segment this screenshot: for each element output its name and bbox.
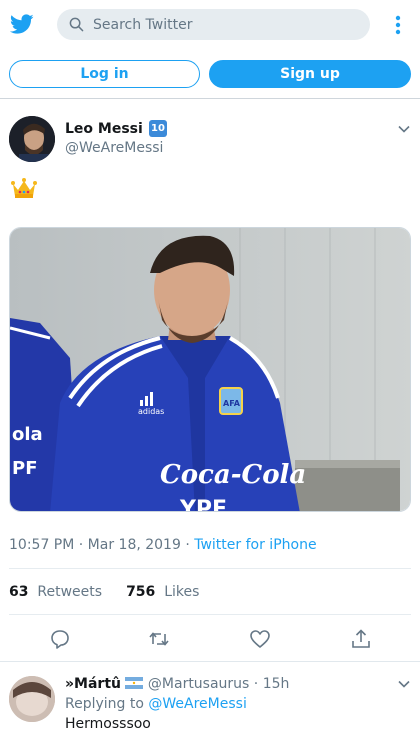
retweets-count: 63 bbox=[9, 584, 29, 600]
author-handle[interactable]: @WeAreMessi bbox=[65, 140, 163, 156]
replying-to-line: Replying to @WeAreMessi bbox=[65, 696, 247, 712]
svg-text:adidas: adidas bbox=[138, 407, 164, 416]
tweet-timestamp[interactable]: 10:57 PM · Mar 18, 2019 · bbox=[9, 537, 194, 553]
like-icon[interactable] bbox=[249, 628, 271, 650]
search-box[interactable] bbox=[57, 9, 370, 40]
svg-text:PF: PF bbox=[12, 458, 38, 479]
stats-divider bbox=[9, 614, 411, 615]
top-bar bbox=[0, 0, 420, 50]
retweets-stat[interactable]: 63 Retweets bbox=[9, 584, 102, 600]
reply-chevron-down-icon[interactable] bbox=[397, 677, 411, 691]
more-vertical-icon[interactable] bbox=[388, 13, 408, 37]
retweets-label: Retweets bbox=[37, 584, 103, 600]
retweet-icon[interactable] bbox=[148, 628, 170, 650]
author-name[interactable]: Leo Messi bbox=[65, 121, 143, 137]
header-divider bbox=[0, 98, 420, 99]
replying-to-prefix: Replying to bbox=[65, 696, 149, 712]
reply-author-name[interactable]: »Mártû bbox=[65, 676, 121, 692]
login-button[interactable]: Log in bbox=[9, 60, 200, 88]
reply-text: Hermosssoo bbox=[65, 716, 151, 732]
tweet-stats: 63 Retweets 756 Likes bbox=[9, 584, 199, 600]
likes-label: Likes bbox=[164, 584, 200, 600]
meta-divider bbox=[9, 568, 411, 569]
tweet-meta: 10:57 PM · Mar 18, 2019 · Twitter for iP… bbox=[9, 537, 317, 553]
chevron-down-icon[interactable] bbox=[397, 122, 411, 136]
reply-avatar[interactable] bbox=[9, 676, 55, 722]
likes-count: 756 bbox=[126, 584, 156, 600]
tweet-source-link[interactable]: Twitter for iPhone bbox=[194, 537, 316, 553]
reply-header: »Mártû @Martusaurus · 15h bbox=[65, 676, 289, 692]
svg-text:AFA: AFA bbox=[223, 399, 241, 408]
signup-button[interactable]: Sign up bbox=[209, 60, 411, 88]
twitter-bird-icon[interactable] bbox=[10, 12, 34, 36]
share-icon[interactable] bbox=[350, 628, 372, 650]
author-avatar[interactable] bbox=[9, 116, 55, 162]
replying-to-handle[interactable]: @WeAreMessi bbox=[148, 696, 246, 712]
reply-icon[interactable] bbox=[49, 628, 71, 650]
jacket-sponsor-text: Coca-Cola bbox=[160, 460, 306, 490]
reply-author-handle[interactable]: @Martusaurus bbox=[148, 676, 249, 692]
search-input[interactable] bbox=[93, 9, 358, 40]
svg-text:ola: ola bbox=[12, 424, 43, 445]
likes-stat[interactable]: 756 Likes bbox=[126, 584, 199, 600]
jacket-sponsor-alt-text: YPF bbox=[179, 497, 227, 512]
search-icon bbox=[69, 17, 84, 32]
keycap-ten-emoji: 10 bbox=[149, 120, 167, 137]
tweet-divider bbox=[0, 661, 420, 662]
crown-emoji bbox=[11, 178, 37, 198]
argentina-flag-icon bbox=[125, 677, 144, 689]
reply-time[interactable]: · 15h bbox=[249, 676, 290, 692]
tweet-photo[interactable]: ola PF adidas AFA Coca-Cola YPF bbox=[9, 227, 411, 512]
